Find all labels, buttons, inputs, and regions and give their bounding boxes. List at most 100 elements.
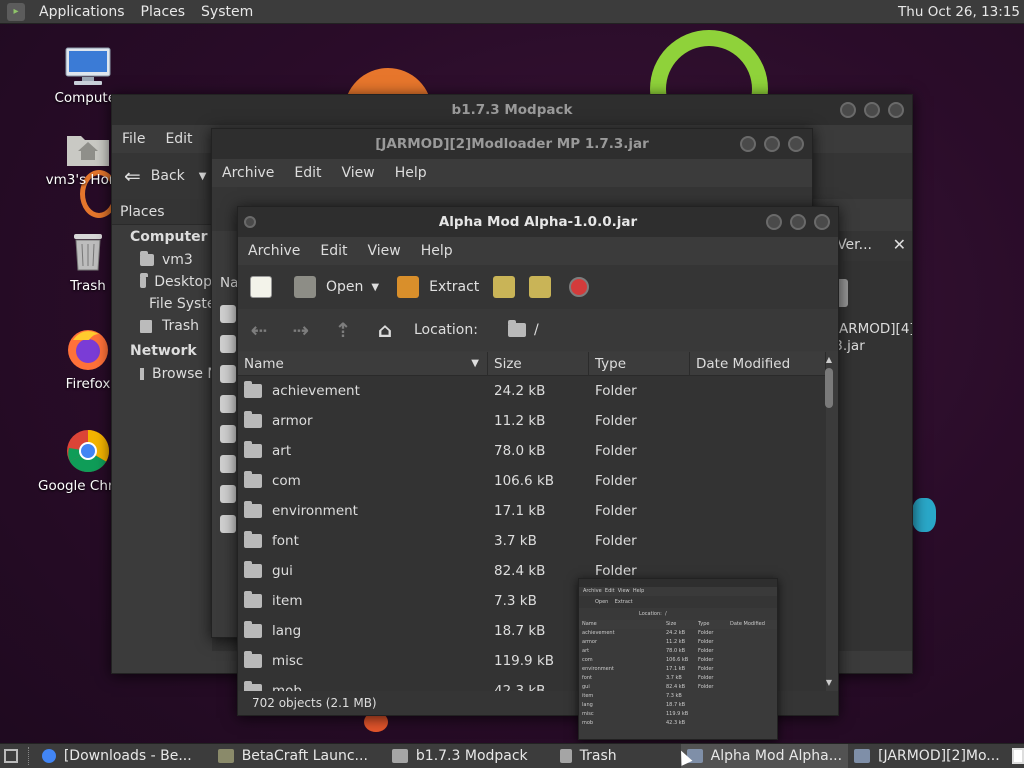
trash-icon xyxy=(140,319,152,333)
scroll-down-icon[interactable]: ▼ xyxy=(824,678,834,687)
name-cell: art xyxy=(238,441,488,459)
column-type[interactable]: Type xyxy=(589,351,690,376)
column-name[interactable]: Name ▼ xyxy=(238,351,488,376)
places-menu[interactable]: Places xyxy=(133,4,194,20)
table-row[interactable]: art 78.0 kB Folder xyxy=(238,436,826,466)
column-date-modified[interactable]: Date Modified xyxy=(690,351,826,376)
thumb-menubar: Archive Edit View Help xyxy=(579,587,777,596)
table-row[interactable]: font 3.7 kB Folder xyxy=(238,526,826,556)
thumb-cell: 3.7 kB xyxy=(666,675,682,681)
back-dropdown-icon[interactable]: ▼ xyxy=(199,171,207,182)
taskbar-item-modpack[interactable]: b1.7.3 Modpack xyxy=(386,744,534,768)
up-arrow-icon[interactable]: ⇡ xyxy=(322,318,364,342)
tab-close-icon[interactable]: ✕ xyxy=(893,235,906,254)
size-cell: 78.0 kB xyxy=(494,443,546,459)
thumb-header: Name Size Type Date Modified xyxy=(579,620,777,629)
name-cell: com xyxy=(238,471,488,489)
extract-button[interactable]: Extract xyxy=(389,276,487,298)
sidebar-item-network[interactable]: Browse Network xyxy=(112,363,266,385)
table-header: Name ▼ Size Type Date Modified xyxy=(238,351,826,376)
minimize-button[interactable] xyxy=(840,102,856,118)
home-icon[interactable]: ⌂ xyxy=(364,318,406,342)
menu-help[interactable]: Help xyxy=(385,165,437,181)
menu-edit[interactable]: Edit xyxy=(284,165,331,181)
scroll-up-icon[interactable]: ▲ xyxy=(824,355,834,364)
workspace-switcher-icon[interactable] xyxy=(1011,748,1024,764)
thumb-cell: 17.1 kB xyxy=(666,666,686,672)
name-cell: misc xyxy=(238,651,488,669)
column-size[interactable]: Size xyxy=(488,351,589,376)
back-arrow-icon[interactable]: ⇐ xyxy=(124,164,141,188)
sidebar-item-vm3[interactable]: vm3 xyxy=(112,249,212,271)
sidebar-item-trash[interactable]: Trash xyxy=(112,315,212,337)
open-button[interactable]: Open xyxy=(286,276,371,298)
trash-icon xyxy=(68,230,108,274)
folder-icon xyxy=(244,531,262,548)
titlebar-alpha-mod[interactable]: Alpha Mod Alpha-1.0.0.jar xyxy=(238,207,838,237)
taskbar-item-alpha-mod[interactable]: Alpha Mod Alpha... xyxy=(680,743,849,768)
menu-help[interactable]: Help xyxy=(411,243,463,259)
taskbar-item-betacraft[interactable]: BetaCraft Launc... xyxy=(212,744,374,768)
menu-view[interactable]: View xyxy=(332,165,385,181)
applications-menu[interactable]: Applications xyxy=(31,4,133,20)
window-title: [JARMOD][2]Modloader MP 1.7.3.jar xyxy=(375,136,649,152)
add-folder-button[interactable] xyxy=(521,276,559,298)
table-row[interactable]: achievement 24.2 kB Folder xyxy=(238,376,826,406)
close-button[interactable] xyxy=(814,214,830,230)
sort-descending-icon: ▼ xyxy=(471,357,479,369)
menu-edit[interactable]: Edit xyxy=(310,243,357,259)
table-row[interactable]: environment 17.1 kB Folder xyxy=(238,496,826,526)
system-menu[interactable]: System xyxy=(193,4,261,20)
open-dropdown-icon[interactable]: ▼ xyxy=(371,282,379,293)
archive-file-icon xyxy=(220,425,236,443)
sidebar-item-filesystem[interactable]: File System xyxy=(112,293,229,315)
maximize-button[interactable] xyxy=(790,214,806,230)
forward-arrow-icon[interactable]: ⇢ xyxy=(280,318,322,342)
new-archive-button[interactable] xyxy=(238,276,286,298)
clock[interactable]: Thu Oct 26, 13:15 xyxy=(898,0,1020,24)
menu-view[interactable]: View xyxy=(358,243,411,259)
back-arrow-icon[interactable]: ⇠ xyxy=(238,318,280,342)
back-button[interactable]: Back xyxy=(151,168,185,184)
close-button[interactable] xyxy=(788,136,804,152)
taskbar-item-modloader[interactable]: [JARMOD][2]Mo... xyxy=(848,744,1006,768)
scrollbar-thumb[interactable] xyxy=(825,368,833,408)
file-name: achievement xyxy=(272,383,360,399)
stop-button[interactable] xyxy=(559,277,599,297)
window-menu-button[interactable] xyxy=(244,216,256,228)
close-button[interactable] xyxy=(888,102,904,118)
thumb-cell: 82.4 kB xyxy=(666,684,686,690)
window-thumbnail-preview[interactable]: Archive Edit View Help Open Extract Loca… xyxy=(578,578,778,740)
menu-archive[interactable]: Archive xyxy=(212,165,284,181)
table-row[interactable]: com 106.6 kB Folder xyxy=(238,466,826,496)
thumb-cell: environment xyxy=(582,666,614,672)
mate-logo-icon[interactable]: ▸ xyxy=(7,2,25,21)
table-row[interactable]: armor 11.2 kB Folder xyxy=(238,406,826,436)
thumb-cell: 18.7 kB xyxy=(666,702,686,708)
thumb-row: font 3.7 kB Folder xyxy=(579,674,777,683)
taskbar-item-downloads[interactable]: [Downloads - Be... xyxy=(36,744,198,768)
show-desktop-icon[interactable] xyxy=(4,749,18,763)
thumb-cell: Folder xyxy=(698,630,714,636)
taskbar-item-trash[interactable]: Trash xyxy=(554,744,623,768)
minimize-button[interactable] xyxy=(740,136,756,152)
thumb-location-value: / xyxy=(665,611,667,617)
type-cell: Folder xyxy=(595,473,637,489)
add-files-button[interactable] xyxy=(487,276,521,298)
titlebar-modloader[interactable]: [JARMOD][2]Modloader MP 1.7.3.jar xyxy=(212,129,812,159)
titlebar-modpack[interactable]: b1.7.3 Modpack xyxy=(112,95,912,125)
minimize-button[interactable] xyxy=(766,214,782,230)
scrollbar[interactable]: ▲ ▼ xyxy=(824,355,834,687)
location-value[interactable]: / xyxy=(534,322,539,338)
maximize-button[interactable] xyxy=(864,102,880,118)
sidebar-item-desktop[interactable]: Desktop xyxy=(112,271,212,293)
file-label[interactable]: [JARMOD][4]Audio .3.jar xyxy=(830,321,912,355)
menu-file[interactable]: File xyxy=(112,131,155,147)
thumb-cell: com xyxy=(582,657,593,663)
thumb-menu-label: Help xyxy=(632,588,645,594)
maximize-button[interactable] xyxy=(764,136,780,152)
menu-archive[interactable]: Archive xyxy=(238,243,310,259)
thumb-row: lang 18.7 kB xyxy=(579,701,777,710)
thumb-cell: armor xyxy=(582,639,598,645)
menu-edit[interactable]: Edit xyxy=(155,131,202,147)
